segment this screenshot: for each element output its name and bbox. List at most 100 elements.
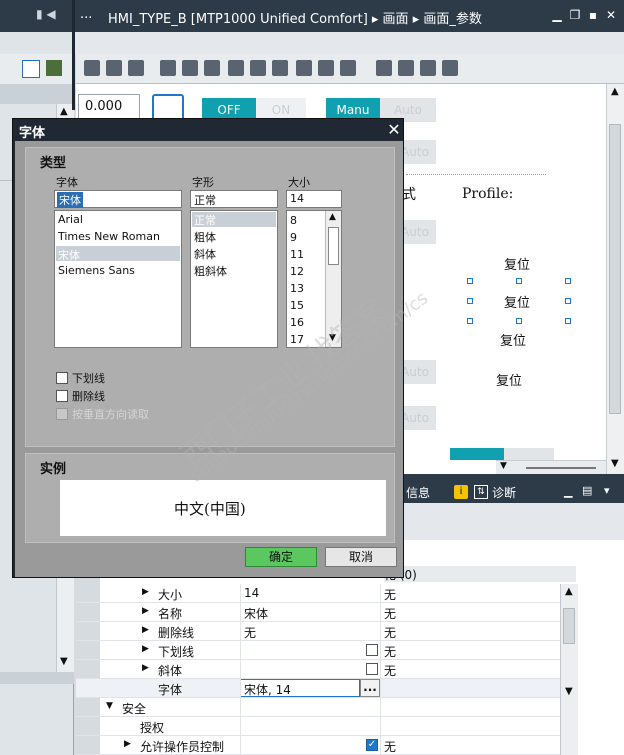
vertical-checkbox[interactable] [56, 408, 68, 420]
strikethrough-checkbox[interactable] [56, 390, 68, 402]
ok-button[interactable]: 确定 [245, 547, 317, 567]
font-list[interactable]: Arial Times New Roman 宋体 Siemens Sans [54, 210, 182, 348]
prop-row-size[interactable]: ▶ 大小 14 无 [76, 584, 576, 603]
expand-icon[interactable]: ▶ [142, 644, 149, 654]
close-icon[interactable]: ✕ [385, 121, 403, 139]
align-right-icon[interactable] [204, 60, 220, 76]
scroll-up-icon[interactable]: ▲ [60, 106, 68, 117]
prop-row-italic[interactable]: ▶ 斜体 无 [76, 660, 576, 679]
selection-handle[interactable] [516, 318, 522, 324]
font-ellipsis-button[interactable]: ... [360, 679, 380, 697]
info-tab[interactable]: 信息 [406, 484, 430, 501]
align-center-icon[interactable] [182, 60, 198, 76]
prop-row-strike[interactable]: ▶ 删除线 无 无 [76, 622, 576, 641]
minimize-icon[interactable]: ▁ [550, 8, 564, 22]
scroll-up-icon[interactable]: ▲ [329, 212, 336, 222]
font-name-input[interactable]: 宋体 [54, 190, 182, 208]
expand-icon[interactable]: ▶ [142, 587, 149, 597]
size-item[interactable]: 12 [290, 265, 304, 278]
reset-label-2[interactable]: 复位 [504, 292, 530, 311]
close-window-icon[interactable]: ✕ [604, 8, 618, 22]
selection-handle[interactable] [565, 318, 571, 324]
prop-row-auth[interactable]: 授权 [76, 717, 576, 736]
panel-min-icon[interactable]: ▁ [564, 485, 572, 498]
prop-value[interactable]: 宋体 [244, 605, 268, 622]
prop-row-name[interactable]: ▶ 名称 宋体 无 [76, 603, 576, 622]
selection-handle[interactable] [516, 278, 522, 284]
reset-label-1[interactable]: 复位 [504, 254, 530, 273]
reset-label-3[interactable]: 复位 [500, 330, 526, 349]
font-value[interactable]: 宋体, 14 [244, 681, 291, 698]
nav-icons[interactable]: ▮ ◀ [36, 7, 56, 21]
size-item[interactable]: 11 [290, 248, 304, 261]
font-item[interactable]: Times New Roman [58, 230, 160, 243]
prop-row-allow[interactable]: ▶ 允许操作员控制 ✓ 无 [76, 736, 576, 755]
scroll-down-icon[interactable]: ▼ [60, 656, 68, 667]
underline-checkbox[interactable] [56, 372, 68, 384]
size-item[interactable]: 8 [290, 214, 297, 227]
expand-icon[interactable]: ▶ [142, 625, 149, 635]
style-item-selected[interactable]: 正常 [194, 212, 216, 228]
rotate-right-icon[interactable] [128, 60, 144, 76]
align-middle-icon[interactable] [250, 60, 266, 76]
distribute-v-icon[interactable] [318, 60, 334, 76]
selection-handle[interactable] [467, 298, 473, 304]
font-item-selected[interactable]: 宋体 [58, 247, 80, 263]
send-back-icon[interactable] [398, 60, 414, 76]
scroll-down-icon[interactable]: ▼ [565, 686, 573, 697]
prop-value[interactable]: 无 [244, 624, 256, 641]
rotate-icon[interactable] [84, 60, 100, 76]
selection-handle[interactable] [467, 318, 473, 324]
prop-row-security[interactable]: ▼ 安全 [76, 698, 576, 717]
font-item[interactable]: Siemens Sans [58, 264, 135, 277]
diag-tab[interactable]: 诊断 [492, 484, 516, 501]
reset-label-4[interactable]: 复位 [496, 370, 522, 389]
align-bottom-icon[interactable] [272, 60, 288, 76]
collapse-icon[interactable]: ▼ [106, 701, 113, 711]
expand-icon[interactable]: ▶ [124, 739, 131, 749]
italic-checkbox[interactable] [366, 663, 378, 675]
allow-operator-checkbox[interactable]: ✓ [366, 739, 378, 751]
distribute-h-icon[interactable] [296, 60, 312, 76]
selection-handle[interactable] [565, 298, 571, 304]
expand-icon[interactable]: ▶ [142, 663, 149, 673]
dropdown-icon[interactable]: ▼ [500, 461, 507, 471]
scroll-thumb[interactable] [563, 608, 575, 644]
splitter[interactable] [72, 0, 75, 110]
align-top-icon[interactable] [228, 60, 244, 76]
bring-front-icon[interactable] [376, 60, 392, 76]
panel-restore-icon[interactable]: ▤ [582, 484, 592, 497]
nav-prefix[interactable]: ... [80, 7, 92, 22]
scroll-thumb[interactable] [328, 227, 339, 265]
zoom-bar[interactable]: ▼ [496, 460, 606, 474]
scroll-up-icon[interactable]: ▲ [565, 586, 573, 597]
selection-handle[interactable] [467, 278, 473, 284]
font-size-input[interactable]: 14 [286, 190, 342, 208]
prop-value[interactable]: 14 [244, 586, 259, 600]
style-item[interactable]: 粗斜体 [194, 263, 227, 279]
restore-icon[interactable]: ❐ [568, 8, 582, 22]
export-icon[interactable] [46, 60, 62, 76]
font-style-input[interactable]: 正常 [190, 190, 278, 208]
underline-checkbox[interactable] [366, 644, 378, 656]
font-item[interactable]: Arial [58, 213, 83, 226]
scroll-down-icon[interactable]: ▼ [611, 458, 619, 469]
panel-close-icon[interactable]: ▾ [604, 484, 610, 497]
size-item[interactable]: 9 [290, 231, 297, 244]
same-size-icon[interactable] [340, 60, 356, 76]
size-item[interactable]: 15 [290, 299, 304, 312]
scroll-thumb[interactable] [609, 124, 621, 414]
prop-row-underline[interactable]: ▶ 下划线 无 [76, 641, 576, 660]
rotate-left-icon[interactable] [106, 60, 122, 76]
properties-scrollbar[interactable]: ▲ ▼ [560, 584, 578, 755]
canvas-scrollbar[interactable]: ▲ ▼ [606, 84, 624, 474]
selection-handle[interactable] [565, 278, 571, 284]
cancel-button[interactable]: 取消 [325, 547, 397, 567]
forward-icon[interactable] [420, 60, 436, 76]
expand-icon[interactable]: ▶ [142, 606, 149, 616]
style-list[interactable]: 正常 粗体 斜体 粗斜体 [190, 210, 278, 348]
table-view-icon[interactable] [22, 60, 40, 78]
size-item[interactable]: 13 [290, 282, 304, 295]
style-item[interactable]: 粗体 [194, 229, 216, 245]
size-item[interactable]: 16 [290, 316, 304, 329]
